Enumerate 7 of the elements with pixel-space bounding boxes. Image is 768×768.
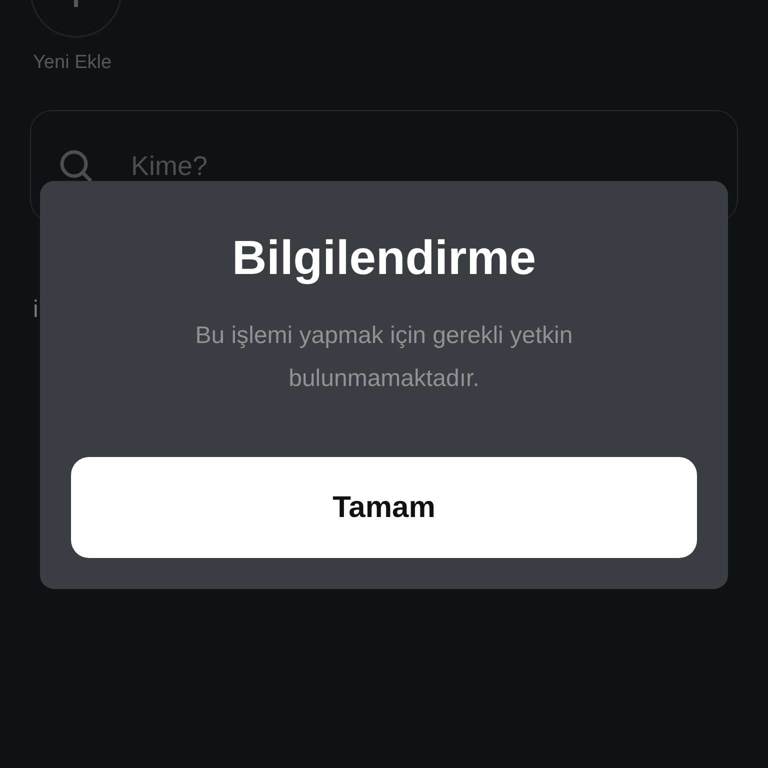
dialog-message: Bu işlemi yapmak için gerekli yetkin bulunmamaktadır. xyxy=(194,321,574,394)
add-label: Yeni Ekle xyxy=(33,52,113,74)
text-fragment: i xyxy=(33,295,40,325)
ok-button[interactable]: Tamam xyxy=(71,457,697,558)
search-icon xyxy=(59,149,93,183)
dialog-title: Bilgilendirme xyxy=(232,231,536,286)
search-field[interactable]: Kime? xyxy=(129,150,709,182)
